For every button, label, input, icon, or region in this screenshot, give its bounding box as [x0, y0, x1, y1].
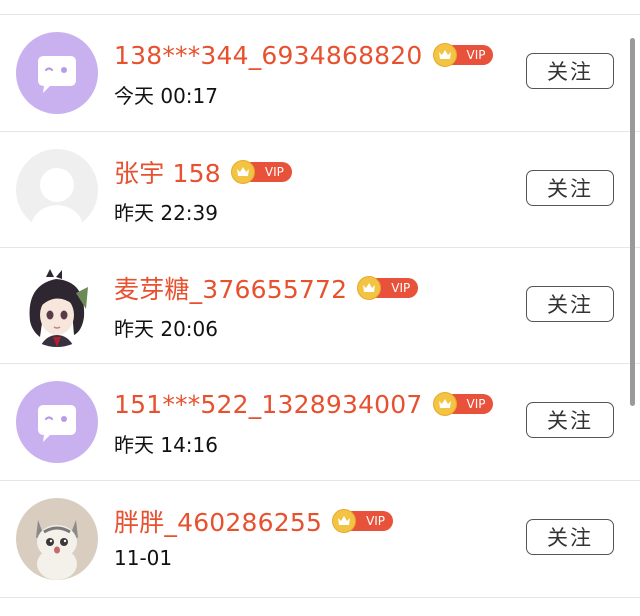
user-name[interactable]: 151***522_1328934007 — [114, 390, 423, 419]
user-name[interactable]: 胖胖_460286255 — [114, 503, 322, 539]
crown-icon — [332, 509, 357, 533]
avatar[interactable] — [16, 498, 98, 580]
avatar[interactable] — [16, 381, 98, 463]
follow-button[interactable]: 关注 — [526, 402, 614, 438]
profile-placeholder-icon — [16, 149, 98, 231]
chat-bubble-avatar-icon — [16, 32, 98, 114]
follow-time: 昨天 22:39 — [114, 201, 218, 225]
scrollbar[interactable] — [630, 38, 635, 406]
list-item[interactable]: 张宇 158 VIP 昨天 22:39 关注 — [0, 132, 640, 248]
divider — [0, 597, 640, 598]
user-name[interactable]: 麦芽糖_376655772 — [114, 270, 347, 306]
chat-bubble-avatar-icon — [16, 381, 98, 463]
list-item[interactable]: 151***522_1328934007 VIP 昨天 14:16 关注 — [0, 364, 640, 480]
crown-icon — [432, 43, 457, 67]
vip-badge: VIP — [432, 392, 494, 416]
follow-list: 138***344_6934868820 VIP 今天 00:17 关注 张宇 … — [0, 0, 640, 616]
follow-time: 11-01 — [114, 546, 173, 570]
vip-badge: VIP — [332, 509, 394, 533]
follow-time: 昨天 20:06 — [114, 317, 218, 341]
vip-badge: VIP — [432, 43, 494, 67]
vip-badge: VIP — [357, 276, 419, 300]
anime-girl-avatar-icon — [16, 265, 98, 347]
crown-icon — [230, 160, 255, 184]
follow-button[interactable]: 关注 — [526, 519, 614, 555]
vip-badge: VIP — [230, 160, 292, 184]
user-name[interactable]: 张宇 158 — [114, 154, 221, 190]
list-item[interactable]: 麦芽糖_376655772 VIP 昨天 20:06 关注 — [0, 248, 640, 364]
list-item[interactable]: 胖胖_460286255 VIP 11-01 关注 — [0, 481, 640, 597]
list-item[interactable]: 138***344_6934868820 VIP 今天 00:17 关注 — [0, 15, 640, 131]
follow-button[interactable]: 关注 — [526, 170, 614, 206]
cat-avatar-icon — [16, 498, 98, 580]
follow-button[interactable]: 关注 — [526, 286, 614, 322]
avatar[interactable] — [16, 265, 98, 347]
follow-button[interactable]: 关注 — [526, 53, 614, 89]
user-name[interactable]: 138***344_6934868820 — [114, 41, 423, 70]
follow-time: 今天 00:17 — [114, 84, 218, 108]
avatar[interactable] — [16, 149, 98, 231]
crown-icon — [432, 392, 457, 416]
follow-time: 昨天 14:16 — [114, 433, 218, 457]
avatar[interactable] — [16, 32, 98, 114]
